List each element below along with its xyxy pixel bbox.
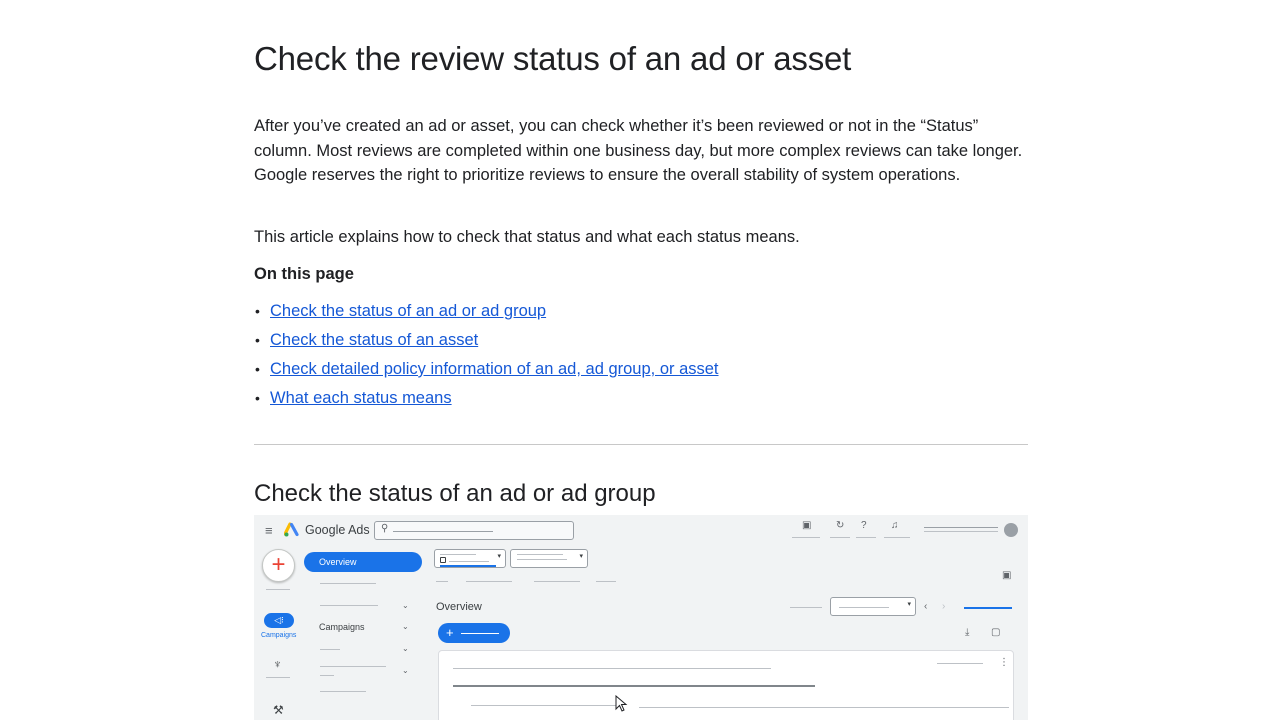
google-ads-logo-icon [284,522,299,537]
menu-icon: ≡ [265,523,273,538]
notifications-icon[interactable]: ♫ [891,520,899,531]
explain-paragraph: This article explains how to check that … [254,228,800,246]
chevron-down-icon[interactable]: ⌄ [402,601,409,610]
toc-item: • Check detailed policy information of an… [255,360,719,378]
google-ads-screenshot: ≡ Google Ads ⚲ ▣ ↻ ? ♫ + ◁⁝ Campaigns ♆ … [254,515,1028,720]
caret-down-icon: ▾ [907,601,911,608]
toc-item: • Check the status of an asset [255,331,479,349]
rail-campaigns-label[interactable]: Campaigns [261,632,296,639]
feedback-icon[interactable]: ▢ [991,627,1000,638]
section-divider [254,444,1028,445]
toc-link-asset-status[interactable]: Check the status of an asset [270,331,478,349]
chevron-down-icon[interactable]: ⌄ [402,644,409,653]
caret-down-icon: ▾ [497,553,501,560]
toc-item: • Check the status of an ad or ad group [255,302,547,320]
search-input[interactable]: ⚲ [374,521,574,540]
new-campaign-button[interactable]: + [438,623,510,643]
intro-paragraph: After you’ve created an ad or asset, you… [254,117,1023,185]
toc-item: • What each status means [255,389,452,407]
chevron-left-icon[interactable]: ‹ [924,601,927,612]
search-icon: ⚲ [381,523,389,534]
help-icon[interactable]: ? [861,520,867,531]
toc-link-ad-status[interactable]: Check the status of an ad or ad group [270,302,546,320]
on-this-page-heading: On this page [254,265,354,283]
table-of-contents: • Check the status of an ad or ad group •… [254,299,719,415]
overview-title: Overview [436,601,482,613]
view-dropdown[interactable]: ▾ [830,597,916,616]
chevron-right-icon[interactable]: › [942,601,945,612]
date-dropdown[interactable]: ▾ [510,549,588,568]
avatar[interactable] [1004,523,1018,537]
refresh-icon[interactable]: ↻ [836,520,844,531]
download-icon[interactable]: ⤓ [965,627,969,638]
chevron-down-icon[interactable]: ⌄ [402,666,409,675]
section-heading: Check the status of an ad or ad group [254,480,656,507]
toc-link-status-meanings[interactable]: What each status means [270,389,452,407]
megaphone-icon[interactable]: ◁⁝ [264,613,294,628]
chevron-down-icon[interactable]: ⌄ [402,622,409,631]
caret-down-icon: ▾ [579,553,583,560]
page-title: Check the review status of an ad or asse… [254,40,852,77]
tools-icon[interactable]: ⚒ [273,703,284,717]
toc-link-policy-info[interactable]: Check detailed policy information of an … [270,360,719,378]
side-nav-campaigns[interactable]: Campaigns [319,622,365,632]
reports-icon[interactable]: ▣ [802,520,811,531]
trophy-icon[interactable]: ♆ [273,657,282,671]
save-icon[interactable]: ▣ [1002,570,1011,581]
more-vert-icon[interactable]: ⋮ [999,657,1009,668]
cursor-icon [615,695,628,712]
nav-overview[interactable]: Overview [304,552,422,572]
create-button[interactable]: + [262,549,295,582]
brand-name: Google Ads [305,523,370,537]
overview-card: ⋮ [438,650,1014,720]
filter-dropdown[interactable]: ▾ [434,549,506,568]
